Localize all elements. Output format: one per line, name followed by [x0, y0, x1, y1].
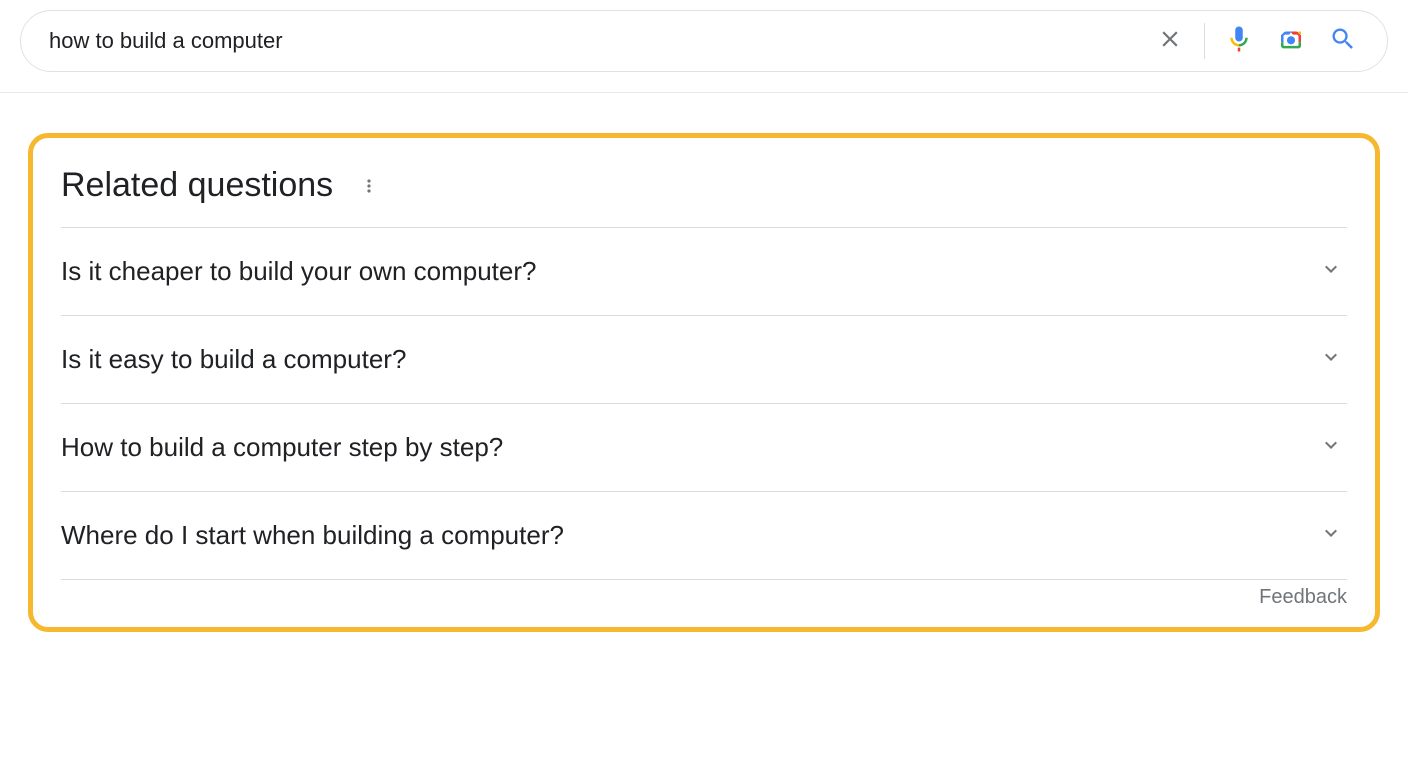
related-questions-title: Related questions [61, 166, 333, 205]
search-icons-group [1144, 19, 1369, 63]
related-question-row[interactable]: Where do I start when building a compute… [61, 491, 1347, 579]
more-vertical-icon [359, 166, 379, 205]
feedback-link[interactable]: Feedback [1259, 586, 1347, 609]
clear-search-button[interactable] [1144, 19, 1196, 63]
related-question-row[interactable]: Is it cheaper to build your own computer… [61, 227, 1347, 315]
chevron-down-icon [1319, 433, 1343, 462]
voice-search-button[interactable] [1213, 19, 1265, 63]
search-input[interactable] [49, 28, 1144, 54]
expand-icon-wrap [1319, 348, 1343, 372]
related-question-row[interactable]: Is it easy to build a computer? [61, 315, 1347, 403]
search-bar-container [0, 0, 1408, 93]
search-icon [1329, 25, 1357, 58]
more-options-button[interactable] [357, 174, 381, 198]
expand-icon-wrap [1319, 436, 1343, 460]
related-questions-box: Related questions Is it cheaper to build… [28, 133, 1380, 632]
microphone-icon [1224, 24, 1254, 59]
related-questions-header: Related questions [61, 166, 1347, 205]
related-question-row[interactable]: How to build a computer step by step? [61, 403, 1347, 491]
related-question-text: Is it easy to build a computer? [61, 344, 406, 375]
divider [1204, 23, 1205, 59]
expand-icon-wrap [1319, 260, 1343, 284]
related-question-text: Is it cheaper to build your own computer… [61, 256, 536, 287]
feedback-row: Feedback [61, 579, 1347, 609]
chevron-down-icon [1319, 345, 1343, 374]
chevron-down-icon [1319, 257, 1343, 286]
image-search-button[interactable] [1265, 19, 1317, 63]
related-question-text: Where do I start when building a compute… [61, 520, 564, 551]
chevron-down-icon [1319, 521, 1343, 550]
search-button[interactable] [1317, 19, 1369, 63]
related-question-text: How to build a computer step by step? [61, 432, 503, 463]
search-bar [20, 10, 1388, 72]
close-icon [1157, 26, 1183, 57]
camera-icon [1276, 24, 1306, 59]
expand-icon-wrap [1319, 524, 1343, 548]
